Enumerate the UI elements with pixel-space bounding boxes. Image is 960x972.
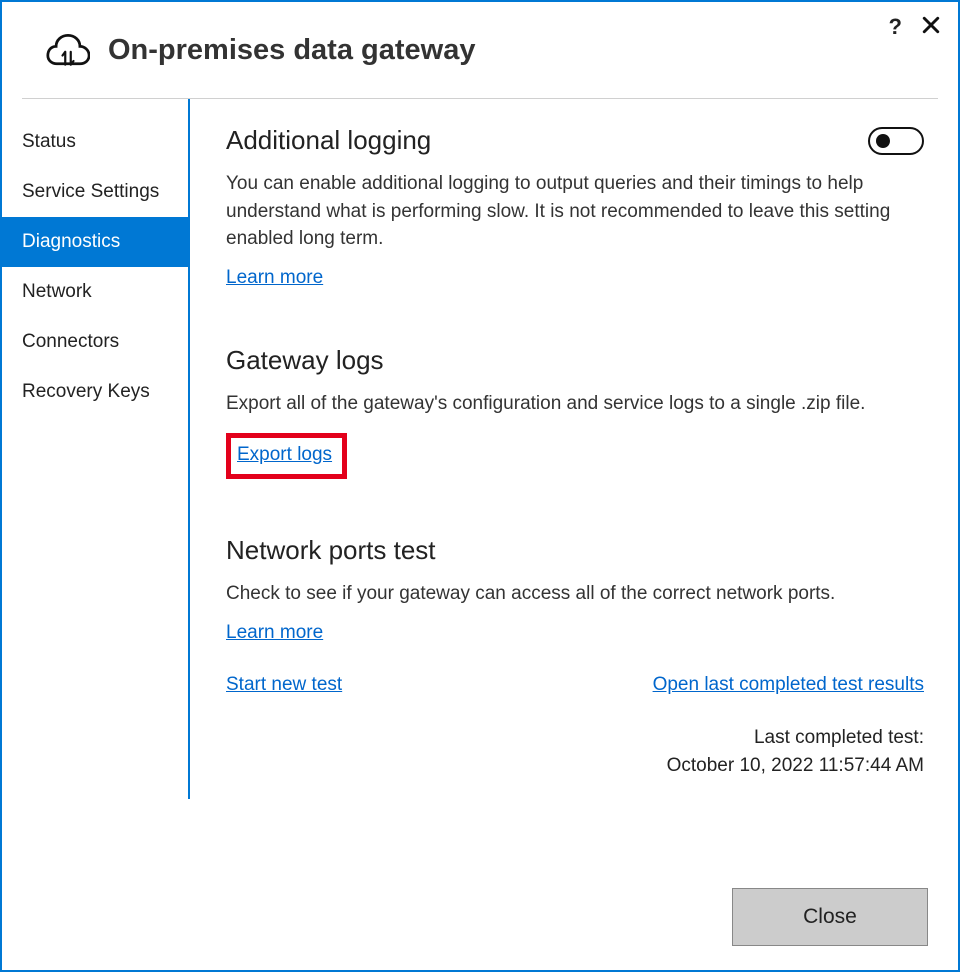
gateway-logs-description: Export all of the gateway's configuratio… (226, 390, 924, 418)
toggle-knob (876, 134, 890, 148)
close-icon[interactable] (922, 14, 940, 40)
title-controls: ? (889, 14, 940, 40)
sidebar-item-recovery-keys[interactable]: Recovery Keys (2, 367, 188, 417)
main-content: Additional logging You can enable additi… (190, 99, 958, 799)
section-gateway-logs: Gateway logs Export all of the gateway's… (226, 345, 924, 480)
gateway-logs-title: Gateway logs (226, 345, 924, 376)
export-logs-link[interactable]: Export logs (237, 444, 332, 465)
footer: Close (732, 888, 928, 946)
additional-logging-title: Additional logging (226, 125, 431, 156)
additional-logging-toggle[interactable] (868, 127, 924, 155)
sidebar: Status Service Settings Diagnostics Netw… (2, 99, 188, 799)
last-test-label: Last completed test: (226, 724, 924, 753)
open-last-results-link[interactable]: Open last completed test results (653, 674, 924, 696)
app-title: On-premises data gateway (108, 34, 475, 67)
last-test-time: October 10, 2022 11:57:44 AM (226, 752, 924, 781)
export-logs-highlight: Export logs (226, 433, 347, 479)
additional-logging-learn-more-link[interactable]: Learn more (226, 267, 323, 288)
additional-logging-description: You can enable additional logging to out… (226, 170, 924, 253)
sidebar-item-connectors[interactable]: Connectors (2, 317, 188, 367)
network-ports-test-description: Check to see if your gateway can access … (226, 580, 924, 608)
start-new-test-link[interactable]: Start new test (226, 674, 342, 696)
sidebar-item-diagnostics[interactable]: Diagnostics (2, 217, 188, 267)
close-button[interactable]: Close (732, 888, 928, 946)
titlebar: On-premises data gateway (2, 2, 958, 98)
help-icon[interactable]: ? (889, 14, 902, 40)
last-test-info: Last completed test: October 10, 2022 11… (226, 724, 924, 781)
cloud-icon (46, 30, 90, 70)
section-additional-logging: Additional logging You can enable additi… (226, 125, 924, 289)
network-ports-test-title: Network ports test (226, 535, 924, 566)
sidebar-item-network[interactable]: Network (2, 267, 188, 317)
sidebar-item-service-settings[interactable]: Service Settings (2, 167, 188, 217)
network-ports-learn-more-link[interactable]: Learn more (226, 622, 323, 643)
sidebar-item-status[interactable]: Status (2, 117, 188, 167)
section-network-ports-test: Network ports test Check to see if your … (226, 535, 924, 781)
